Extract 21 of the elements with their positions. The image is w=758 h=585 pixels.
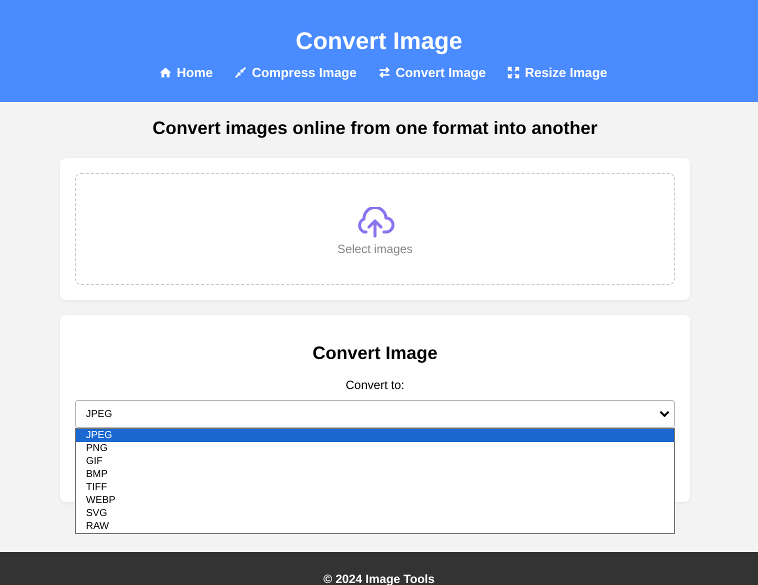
format-option[interactable]: WEBP bbox=[76, 494, 674, 507]
upload-cloud-icon bbox=[355, 206, 395, 238]
chevron-down-icon bbox=[659, 410, 670, 418]
page-title: Convert Image bbox=[294, 28, 464, 56]
format-option[interactable]: RAW bbox=[76, 520, 674, 533]
page-subtitle: Convert images online from one format into another bbox=[151, 117, 599, 139]
format-label: Convert to: bbox=[346, 378, 404, 392]
format-option[interactable]: PNG bbox=[76, 442, 674, 455]
format-option[interactable]: JPEG bbox=[76, 429, 674, 442]
format-option[interactable]: GIF bbox=[76, 455, 674, 468]
drop-zone[interactable]: Select images bbox=[75, 173, 675, 285]
expand-arrows-icon bbox=[506, 66, 520, 79]
compress-arrows-icon bbox=[234, 66, 247, 79]
house-icon bbox=[158, 66, 172, 79]
converter-title: Convert Image bbox=[312, 343, 438, 364]
format-option[interactable]: BMP bbox=[76, 468, 674, 481]
format-select[interactable]: JPEG bbox=[75, 400, 675, 428]
swap-arrows-icon bbox=[378, 66, 391, 79]
format-option[interactable]: TIFF bbox=[76, 481, 674, 494]
select-images-label: Select images bbox=[337, 242, 413, 256]
format-option[interactable]: SVG bbox=[76, 507, 674, 520]
